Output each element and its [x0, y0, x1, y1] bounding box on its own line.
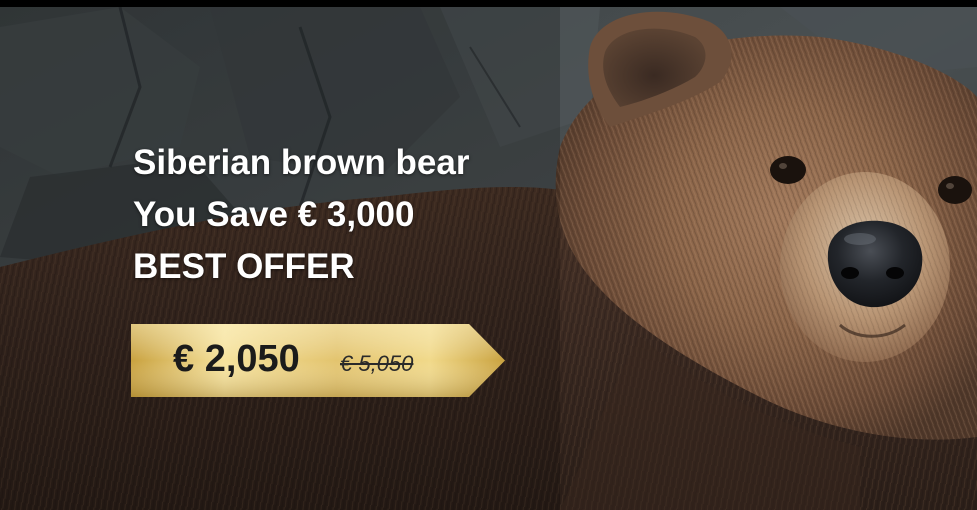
current-price: € 2,050 [173, 338, 300, 380]
top-black-border [0, 0, 977, 7]
price-tag-button[interactable]: € 2,050 € 5,050 [131, 324, 505, 397]
ad-banner: Siberian brown bear You Save € 3,000 BES… [0, 0, 977, 510]
best-offer-label: BEST OFFER [133, 247, 355, 286]
product-name: Siberian brown bear [133, 143, 470, 182]
original-price: € 5,050 [340, 351, 414, 376]
savings-text: You Save € 3,000 [133, 195, 415, 234]
ad-copy: Siberian brown bear You Save € 3,000 BES… [133, 137, 469, 293]
